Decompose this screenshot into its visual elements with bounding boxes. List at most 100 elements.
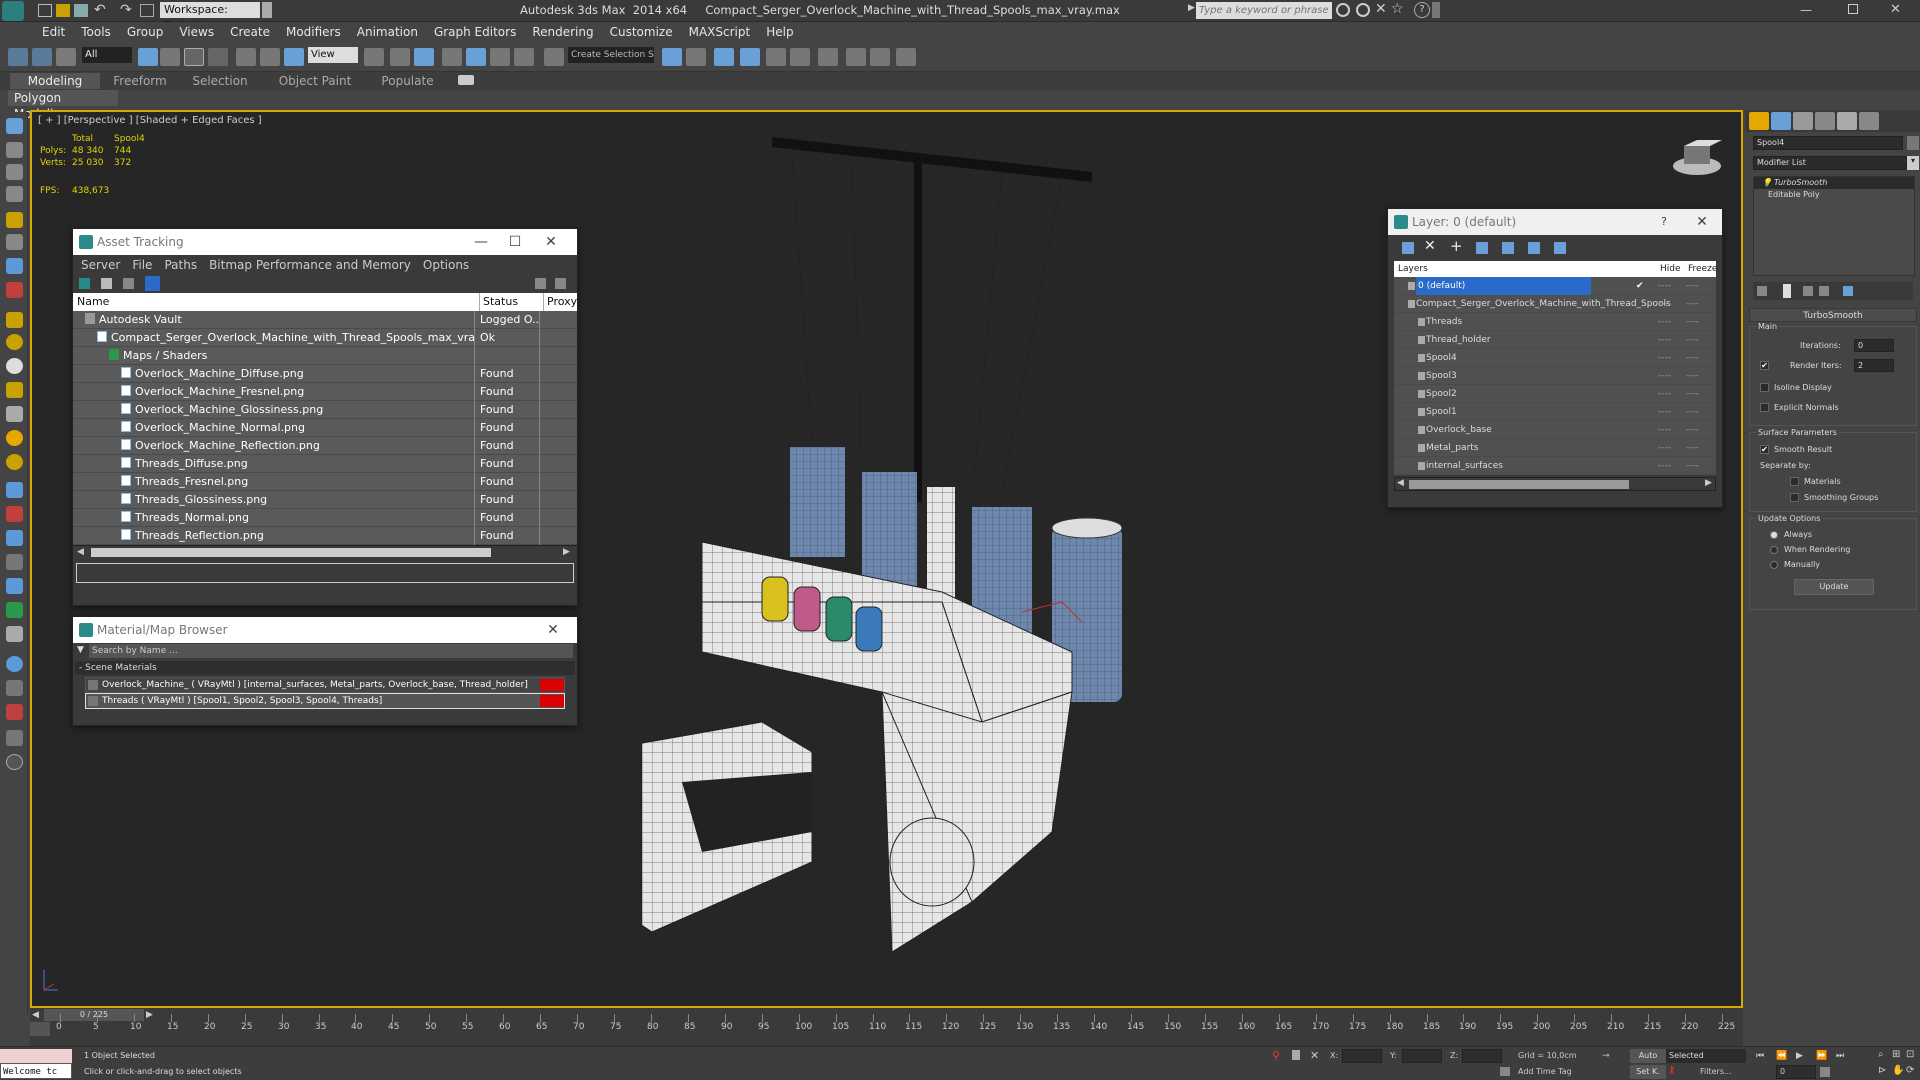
asset-hscroll[interactable]: ◀ ▶ xyxy=(73,545,577,559)
display-icon[interactable] xyxy=(6,554,23,570)
scale-icon[interactable] xyxy=(284,48,304,66)
asset-row[interactable]: Threads_Normal.png Found xyxy=(73,509,577,527)
menu-animation[interactable]: Animation xyxy=(349,22,426,42)
curve-editor-icon[interactable] xyxy=(766,48,786,66)
render-setup-icon[interactable] xyxy=(846,48,866,66)
y-coordinate-field[interactable] xyxy=(1402,1049,1442,1063)
modify-icon[interactable] xyxy=(6,482,23,498)
go-to-end-icon[interactable]: ⏭ xyxy=(1836,1051,1844,1061)
configure-sets-icon[interactable] xyxy=(1843,286,1853,296)
search-expand-icon[interactable]: ▶ xyxy=(1188,3,1195,17)
teapot-icon[interactable] xyxy=(6,382,23,398)
create-shape-icon[interactable] xyxy=(6,164,23,180)
material-browser-titlebar[interactable]: Material/Map Browser ✕ xyxy=(73,617,577,643)
freeze-all-icon[interactable] xyxy=(1554,242,1566,254)
menu-views[interactable]: Views xyxy=(171,22,222,42)
z-coordinate-field[interactable] xyxy=(1462,1049,1502,1063)
favorites-icon[interactable]: ☆ xyxy=(1391,1,1404,17)
freeze-toggle[interactable]: ---- xyxy=(1686,421,1699,439)
ribbon-tab-modeling[interactable]: Modeling xyxy=(10,73,100,89)
freeze-toggle[interactable]: ---- xyxy=(1686,277,1699,295)
utilities-tab-icon[interactable] xyxy=(1859,112,1879,130)
layer-row[interactable]: Compact_Serger_Overlock_Machine_with_Thr… xyxy=(1394,295,1716,313)
rotate-icon[interactable] xyxy=(260,48,280,66)
menu-edit[interactable]: Edit xyxy=(34,22,73,42)
freeze-toggle[interactable]: ---- xyxy=(1686,331,1699,349)
col-name[interactable]: Name xyxy=(77,293,109,311)
current-layer-check-icon[interactable]: ✔ xyxy=(1636,277,1644,295)
workspace-dropdown[interactable]: Workspace: Default xyxy=(160,2,260,32)
freeze-toggle[interactable]: ---- xyxy=(1686,457,1699,475)
render-iters-checkbox[interactable]: ✔ xyxy=(1760,361,1769,370)
list-view-icon[interactable] xyxy=(101,278,112,289)
hide-toggle[interactable]: ---- xyxy=(1658,277,1671,295)
maxscript-listener[interactable] xyxy=(0,1049,72,1063)
freeze-toggle[interactable]: ---- xyxy=(1686,439,1699,457)
previous-frame-icon[interactable]: ⏪ xyxy=(1776,1051,1787,1061)
scroll-thumb[interactable] xyxy=(1409,480,1629,489)
play-icon[interactable]: ▶ xyxy=(1796,1051,1803,1061)
hide-toggle[interactable]: ---- xyxy=(1658,313,1671,331)
asset-row[interactable]: Maps / Shaders xyxy=(73,347,577,365)
manually-radio[interactable] xyxy=(1770,561,1778,569)
display-tab-icon[interactable] xyxy=(1837,112,1857,130)
asset-row[interactable]: Compact_Serger_Overlock_Machine_with_Thr… xyxy=(73,329,577,347)
turbosmooth-rollout-header[interactable]: TurboSmooth xyxy=(1749,308,1917,322)
smooth-result-checkbox[interactable]: ✔ xyxy=(1760,445,1769,454)
asset-row[interactable]: Threads_Glossiness.png Found xyxy=(73,491,577,509)
workspace-arrow-icon[interactable] xyxy=(262,2,272,18)
ribbon-tab-populate[interactable]: Populate xyxy=(370,73,445,89)
close-icon[interactable]: ✕ xyxy=(535,617,571,643)
ribbon-tab-object-paint[interactable]: Object Paint xyxy=(270,73,360,89)
selection-filter-dropdown[interactable]: All xyxy=(82,47,132,63)
scroll-left-icon[interactable]: ◀ xyxy=(1397,478,1404,488)
zoom-extents-icon[interactable] xyxy=(6,680,23,696)
asset-menu-paths[interactable]: Paths xyxy=(158,255,203,275)
scroll-left-icon[interactable]: ◀ xyxy=(77,547,84,557)
hierarchy-tab-icon[interactable] xyxy=(1793,112,1813,130)
graphite-toolbar-icon[interactable] xyxy=(740,48,760,66)
rendered-frame-window-icon[interactable] xyxy=(870,48,890,66)
open-file-icon[interactable] xyxy=(56,4,70,17)
zoom-nav-icon[interactable]: ⌕ xyxy=(1878,1049,1884,1060)
unlink-icon[interactable] xyxy=(32,48,52,66)
layer-row[interactable]: Spool2 ---- ---- xyxy=(1394,385,1716,403)
record-icon[interactable] xyxy=(6,704,23,720)
col-freeze[interactable]: Freeze xyxy=(1688,261,1717,277)
minimize-icon[interactable]: — xyxy=(463,229,499,255)
redo-icon[interactable]: ↷ xyxy=(120,2,132,18)
pin-stack-icon[interactable] xyxy=(1757,286,1767,296)
edit-named-selection-icon[interactable] xyxy=(544,48,564,66)
scroll-thumb[interactable] xyxy=(91,548,491,557)
viewport-icon[interactable] xyxy=(6,118,23,134)
close-icon[interactable]: ✕ xyxy=(533,229,569,255)
percent-snap-icon[interactable] xyxy=(490,48,510,66)
layer-row[interactable]: Spool3 ---- ---- xyxy=(1394,367,1716,385)
update-button[interactable]: Update xyxy=(1794,579,1874,595)
time-config-icon[interactable] xyxy=(1820,1067,1830,1077)
rectangular-selection-icon[interactable] xyxy=(184,48,204,66)
key-icon[interactable]: ⊸ xyxy=(1602,1051,1618,1061)
time-tag-icon[interactable] xyxy=(1500,1067,1510,1076)
populate-icon[interactable] xyxy=(6,626,23,642)
mirror-icon[interactable] xyxy=(662,48,682,66)
named-selection-dropdown[interactable]: Create Selection Se xyxy=(568,47,654,63)
show-end-result-icon[interactable] xyxy=(1783,284,1791,298)
sphere-icon[interactable] xyxy=(6,312,23,328)
tree-view-icon[interactable] xyxy=(123,278,134,289)
help-icon[interactable]: ? xyxy=(1646,209,1682,235)
object-name-field[interactable]: Spool4 xyxy=(1753,136,1903,150)
menu-tools[interactable]: Tools xyxy=(73,22,119,42)
field-of-view-icon[interactable]: ⊳ xyxy=(1878,1065,1886,1076)
asset-row[interactable]: Autodesk Vault Logged O... xyxy=(73,311,577,329)
render-production-icon[interactable] xyxy=(896,48,916,66)
col-proxy[interactable]: Proxy xyxy=(543,293,577,311)
close-icon[interactable]: ✕ xyxy=(1684,209,1720,235)
asset-menu-file[interactable]: File xyxy=(126,255,158,275)
scroll-right-icon[interactable]: ▶ xyxy=(1705,478,1712,488)
asset-menu-options[interactable]: Options xyxy=(417,255,475,275)
asset-row[interactable]: Threads_Reflection.png Found xyxy=(73,527,577,545)
lock-selection-icon[interactable] xyxy=(1292,1050,1300,1060)
asset-row[interactable]: Threads_Diffuse.png Found xyxy=(73,455,577,473)
make-unique-icon[interactable] xyxy=(1803,286,1813,296)
